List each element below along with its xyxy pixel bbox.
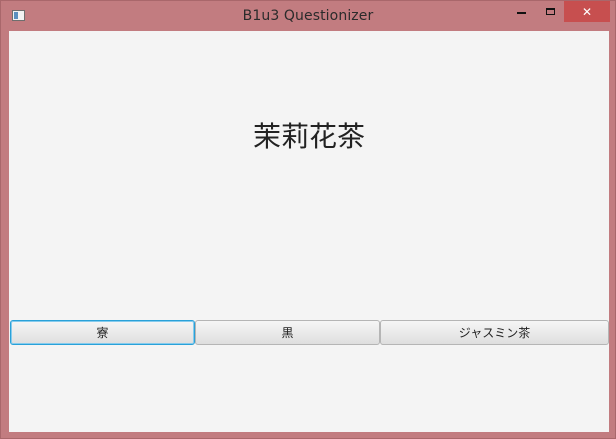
minimize-button[interactable] [508, 1, 535, 22]
title-bar[interactable]: B1u3 Questionizer ✕ [1, 1, 615, 31]
question-text: 茉莉花茶 [252, 120, 365, 153]
close-icon: ✕ [581, 4, 593, 19]
answer-button-2[interactable]: 黒 [195, 320, 380, 345]
maximize-button[interactable] [537, 1, 564, 22]
app-window: B1u3 Questionizer ✕ 茉莉花茶 寮 黒 ジャスミン茶 [0, 0, 616, 439]
answer-button-1[interactable]: 寮 [10, 320, 195, 345]
maximize-icon [546, 8, 555, 15]
close-button[interactable]: ✕ [564, 1, 610, 22]
content-area: 茉莉花茶 寮 黒 ジャスミン茶 [9, 31, 609, 432]
answer-button-3[interactable]: ジャスミン茶 [380, 320, 609, 345]
minimize-icon [517, 12, 526, 14]
